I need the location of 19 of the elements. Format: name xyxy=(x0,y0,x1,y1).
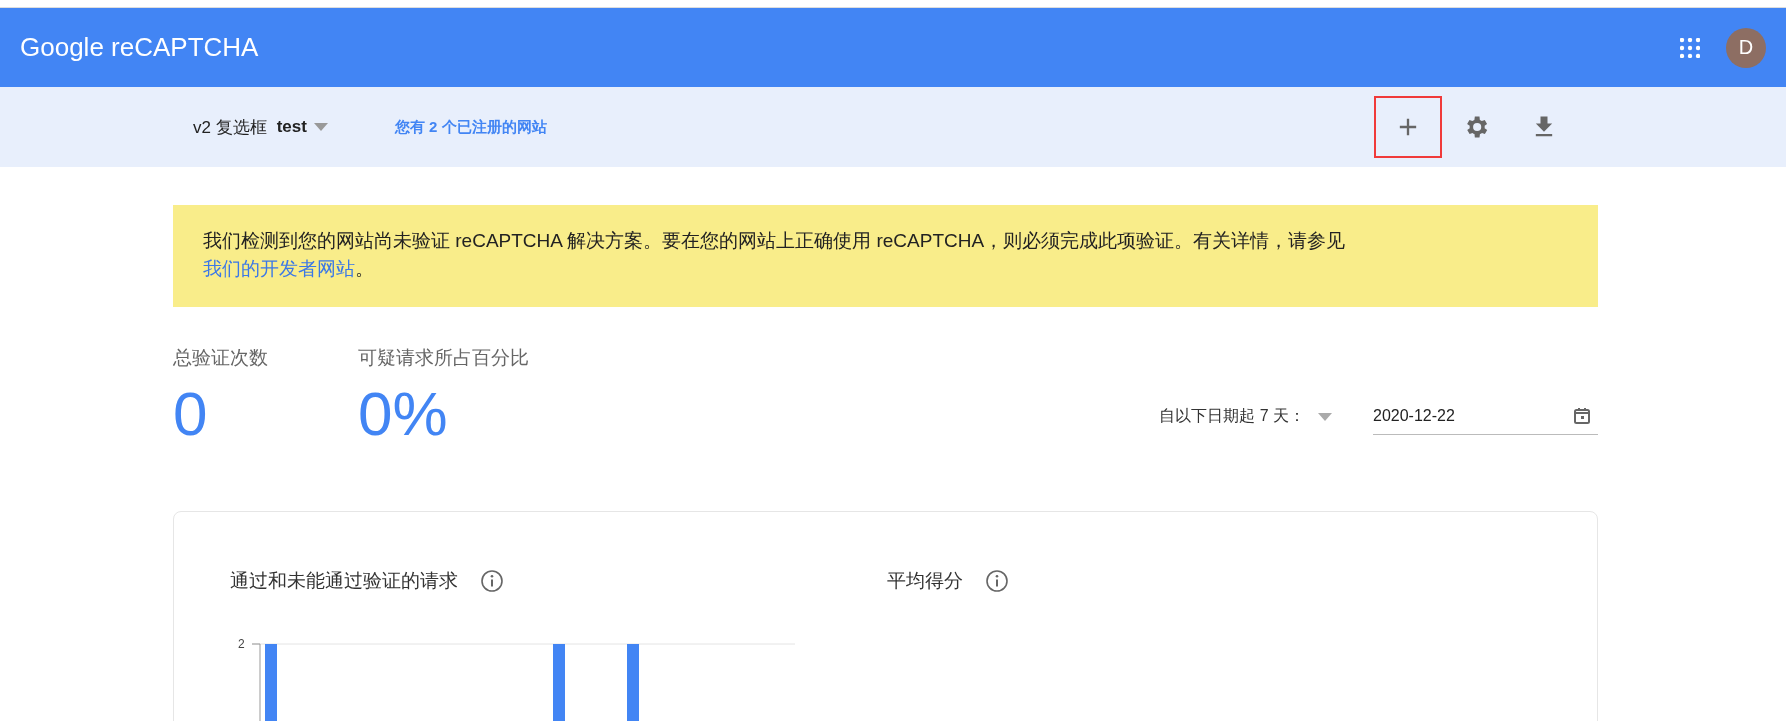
stat-value: 0% xyxy=(358,379,449,449)
site-selector[interactable]: test xyxy=(276,117,307,137)
user-avatar[interactable]: D xyxy=(1726,27,1766,68)
key-type-label: v2 复选框 xyxy=(193,116,267,139)
info-icon[interactable] xyxy=(985,569,1009,593)
app-title: Google reCAPTCHA xyxy=(20,32,260,63)
verification-warning-banner: 我们检测到您的网站尚未验证 reCAPTCHA 解决方案。要在您的网站上正确使用 reCAPTCHA，则必须完成此项验证。有关详情，请参见 我们的开发者网站。 xyxy=(173,205,1598,307)
stat-value: 0 xyxy=(173,379,209,449)
date-field[interactable]: 2020-12-22 xyxy=(1373,407,1572,425)
stat-label: 总验证次数 xyxy=(173,346,268,370)
date-range-label[interactable]: 自以下日期起 7 天： xyxy=(1159,406,1305,427)
calendar-icon[interactable] xyxy=(1572,406,1592,426)
chart-title: 平均得分 xyxy=(887,569,963,593)
add-button[interactable] xyxy=(1374,96,1442,158)
info-icon[interactable] xyxy=(480,569,504,593)
apps-grid-icon[interactable] xyxy=(1680,37,1700,58)
axis-tick-label: 2 xyxy=(238,637,245,651)
stat-label: 可疑请求所占百分比 xyxy=(358,346,529,370)
chart-title: 通过和未能通过验证的请求 xyxy=(230,569,458,593)
